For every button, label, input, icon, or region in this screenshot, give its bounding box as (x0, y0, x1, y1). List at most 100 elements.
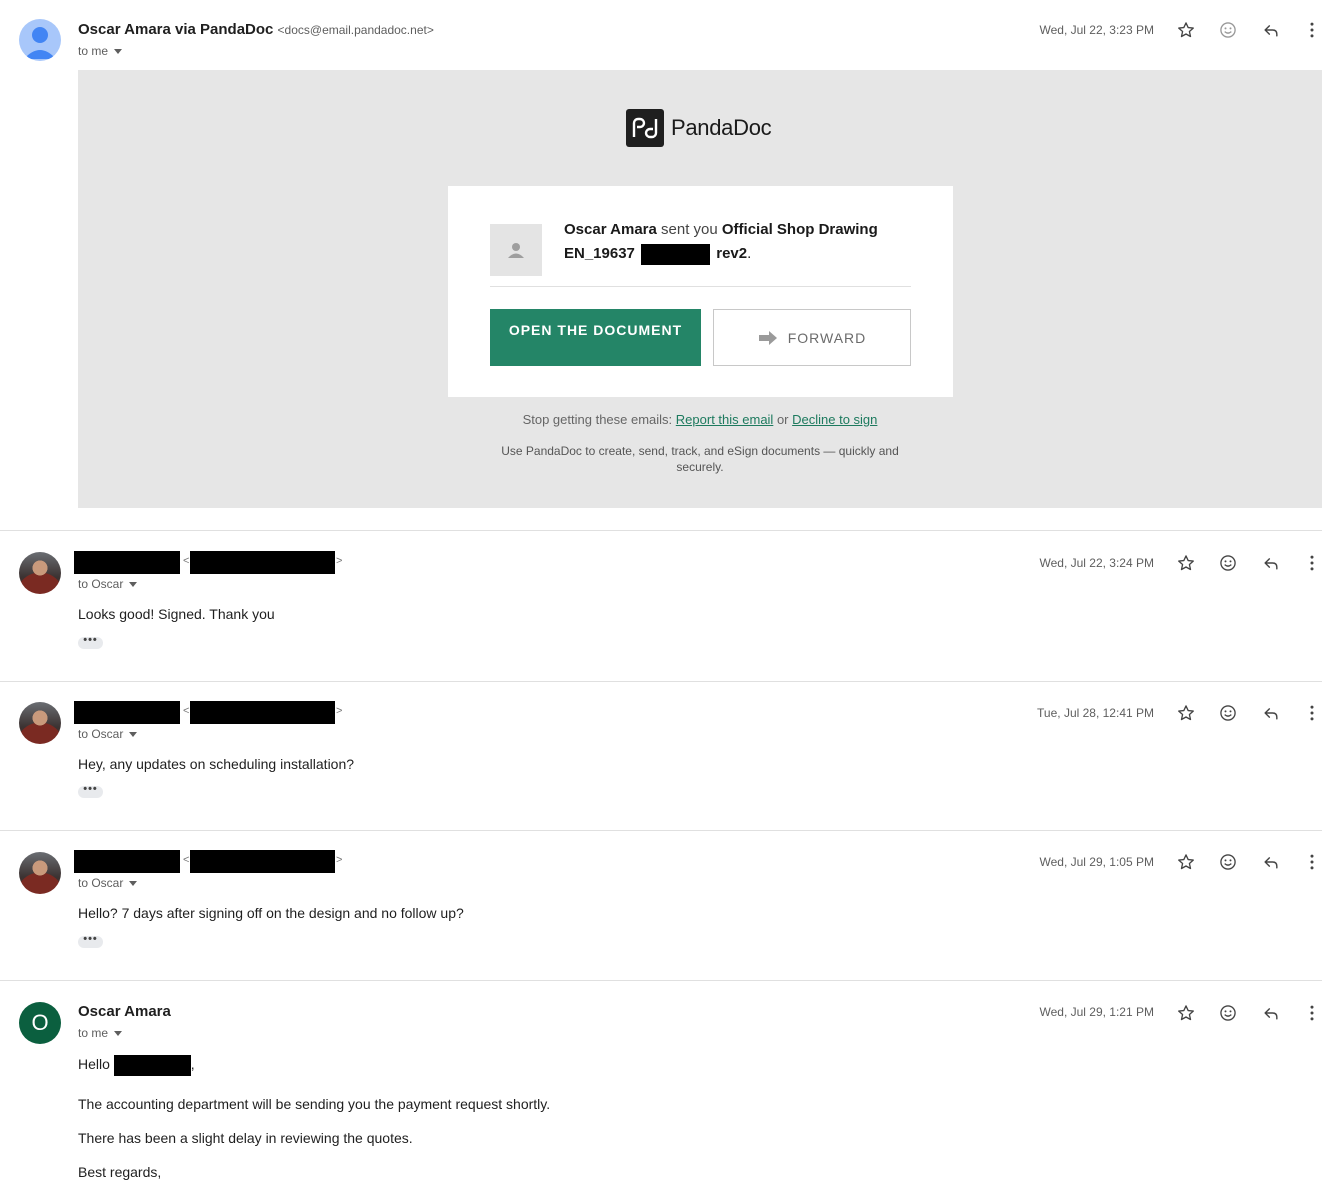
sender-name-text: Oscar Amara via PandaDoc (78, 21, 274, 38)
angle-bracket: > (336, 705, 343, 717)
pandadoc-logo-icon (626, 109, 664, 147)
pandadoc-card: Oscar Amara sent you Official Shop Drawi… (448, 186, 953, 397)
chevron-down-icon (129, 582, 138, 588)
redacted-recipient-name (113, 1055, 191, 1076)
sender-avatar[interactable] (19, 552, 61, 594)
reply-icon[interactable] (1261, 553, 1281, 573)
reply-icon[interactable] (1261, 852, 1281, 872)
open-document-button[interactable]: OPEN THE DOCUMENT (490, 309, 701, 366)
message-date: Wed, Jul 29, 1:21 PM (1039, 1005, 1154, 1019)
sender-avatar[interactable] (19, 19, 61, 61)
recipient-line[interactable]: to Oscar (78, 577, 138, 591)
emoji-icon[interactable] (1218, 703, 1238, 723)
sender-avatar[interactable] (19, 852, 61, 894)
chevron-down-icon (129, 732, 138, 738)
redacted-sender-name (74, 701, 180, 724)
greeting-text: Hello (78, 1056, 110, 1073)
message-body: Looks good! Signed. Thank you (78, 606, 275, 622)
recipient-text: to Oscar (78, 577, 124, 591)
chevron-down-icon (114, 1031, 123, 1037)
recipient-line[interactable]: to Oscar (78, 876, 138, 890)
reply-icon[interactable] (1261, 20, 1281, 40)
recipient-text: to Oscar (78, 727, 124, 741)
message-signoff: Best regards, (78, 1164, 162, 1180)
message-3: < > to Oscar Hey, any updates on schedul… (0, 682, 1322, 830)
doc-number: EN_19637 (564, 245, 635, 262)
show-trimmed-content-button[interactable]: ••• (78, 635, 103, 649)
recipient-text: to Oscar (78, 876, 124, 890)
stop-text: Stop getting these emails: (522, 412, 676, 427)
person-icon (490, 224, 542, 276)
doc-revision: rev2 (716, 245, 748, 262)
emoji-icon[interactable] (1218, 852, 1238, 872)
recipient-line[interactable]: to Oscar (78, 727, 138, 741)
redacted-sender-email (190, 551, 335, 574)
message-body-line: The accounting department will be sendin… (78, 1096, 551, 1112)
redacted-sender-name (74, 850, 180, 873)
star-icon[interactable] (1176, 553, 1196, 573)
message-1: Oscar Amara via PandaDoc <docs@email.pan… (0, 0, 1322, 530)
report-email-link[interactable]: Report this email (676, 412, 774, 427)
message-date: Wed, Jul 22, 3:24 PM (1039, 556, 1154, 570)
more-vert-icon[interactable] (1302, 703, 1322, 723)
pandadoc-email-body: PandaDoc Oscar Amara sent you Official S… (78, 70, 1322, 508)
recipient-line[interactable]: to me (78, 44, 123, 58)
or-text: or (773, 412, 793, 427)
greeting-comma: , (190, 1056, 195, 1073)
recipient-line[interactable]: to me (78, 1026, 123, 1040)
redacted-block (641, 243, 711, 265)
pandadoc-footer: Use PandaDoc to create, send, track, and… (501, 444, 899, 474)
message-body-line: There has been a slight delay in reviewi… (78, 1130, 413, 1146)
card-divider (490, 286, 911, 287)
show-trimmed-content-button[interactable]: ••• (78, 784, 103, 798)
sender-avatar[interactable]: O (19, 1002, 61, 1044)
star-icon[interactable] (1176, 1003, 1196, 1023)
doc-title: Official Shop Drawing (721, 221, 878, 238)
sender-name[interactable]: Oscar Amara (78, 1003, 171, 1020)
emoji-icon[interactable] (1218, 553, 1238, 573)
message-date: Wed, Jul 29, 1:05 PM (1039, 855, 1154, 869)
more-vert-icon[interactable] (1302, 1003, 1322, 1023)
pandadoc-message: Oscar Amara sent you Official Shop Drawi… (564, 218, 924, 266)
decline-to-sign-link[interactable]: Decline to sign (792, 412, 877, 427)
sender-avatar[interactable] (19, 702, 61, 744)
emoji-icon[interactable] (1218, 20, 1238, 40)
show-trimmed-content-button[interactable]: ••• (78, 934, 103, 948)
angle-bracket: < (183, 854, 190, 866)
recipient-text: to me (78, 1026, 109, 1040)
period: . (747, 245, 752, 262)
pandadoc-sent-you: sent you (656, 221, 722, 238)
chevron-down-icon (129, 881, 138, 887)
sender-email: <docs@email.pandadoc.net> (277, 23, 434, 37)
pandadoc-logo: PandaDoc (626, 108, 772, 148)
arrow-right-icon (758, 330, 777, 345)
star-icon[interactable] (1176, 20, 1196, 40)
redacted-sender-name (74, 551, 180, 574)
more-vert-icon[interactable] (1302, 20, 1322, 40)
message-greeting: Hello , (78, 1055, 195, 1076)
reply-icon[interactable] (1261, 703, 1281, 723)
forward-button[interactable]: FORWARD (713, 309, 911, 366)
message-2: < > to Oscar Looks good! Signed. Thank y… (0, 531, 1322, 681)
reply-icon[interactable] (1261, 1003, 1281, 1023)
message-body: Hello? 7 days after signing off on the d… (78, 905, 464, 921)
unsubscribe-line: Stop getting these emails: Report this e… (78, 412, 1322, 427)
angle-bracket: > (336, 555, 343, 567)
emoji-icon[interactable] (1218, 1003, 1238, 1023)
more-vert-icon[interactable] (1302, 553, 1322, 573)
sender-name[interactable]: Oscar Amara via PandaDoc <docs@email.pan… (78, 21, 434, 38)
redacted-sender-email (190, 850, 335, 873)
angle-bracket: < (183, 555, 190, 567)
forward-label: FORWARD (787, 329, 867, 346)
angle-bracket: < (183, 705, 190, 717)
more-vert-icon[interactable] (1302, 852, 1322, 872)
message-body: Hey, any updates on scheduling installat… (78, 756, 355, 772)
redacted-sender-email (190, 701, 335, 724)
star-icon[interactable] (1176, 852, 1196, 872)
message-date: Wed, Jul 22, 3:23 PM (1039, 23, 1154, 37)
chevron-down-icon (114, 49, 123, 55)
pandadoc-sender: Oscar Amara (564, 221, 657, 238)
message-4: < > to Oscar Hello? 7 days after signing… (0, 831, 1322, 980)
pandadoc-logo-text: PandaDoc (671, 115, 772, 140)
star-icon[interactable] (1176, 703, 1196, 723)
